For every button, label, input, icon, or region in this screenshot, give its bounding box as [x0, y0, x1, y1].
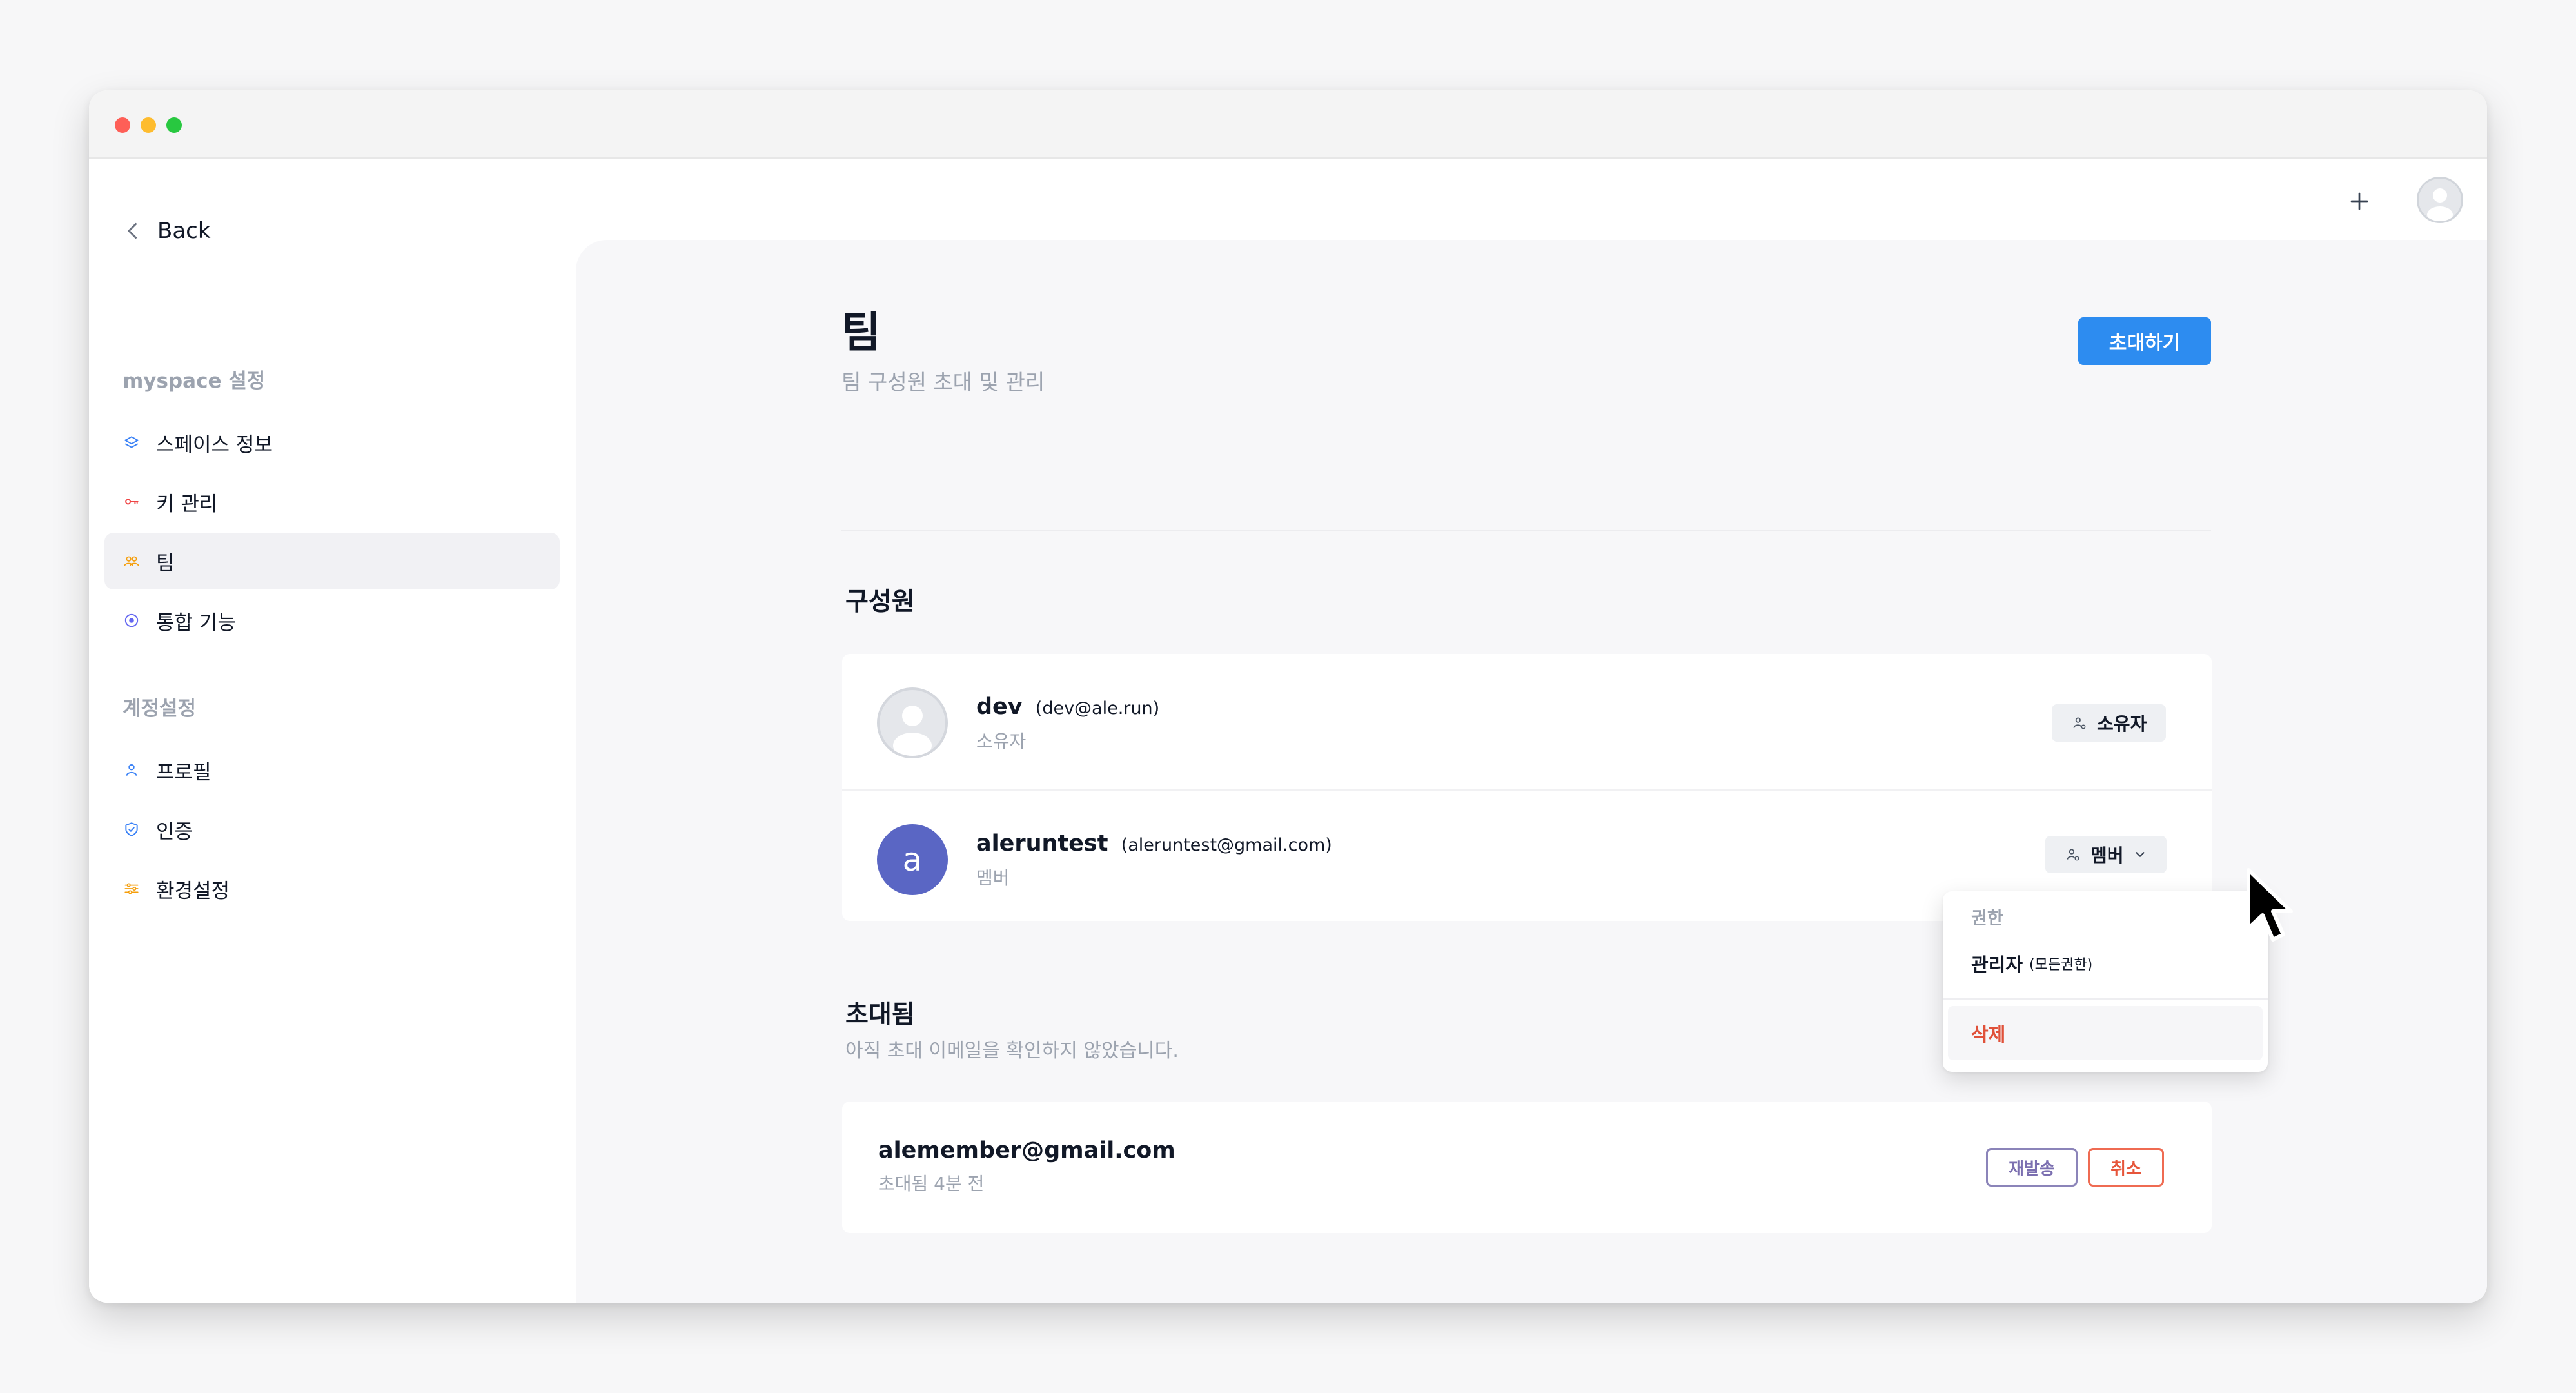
plus-icon: [2350, 192, 2368, 210]
sidebar-section-account: 계정설정: [123, 697, 197, 720]
add-button[interactable]: [2343, 184, 2376, 218]
app-window: Back myspace 설정 스페이스 정보 키 관리 팀 통합 기능 계정설…: [89, 90, 2487, 1303]
resend-invite-button[interactable]: 재발송: [1986, 1148, 2078, 1187]
member-avatar: a: [877, 824, 948, 895]
person-icon: [123, 761, 141, 779]
role-menu-item-admin[interactable]: 관리자 (모든권한): [1948, 936, 2263, 991]
role-badge-label: 소유자: [2097, 713, 2147, 735]
invites-card: alemember@gmail.com 초대됨 4분 전 재발송 취소: [842, 1102, 2212, 1233]
sidebar-item-team[interactable]: 팀: [104, 533, 560, 589]
sidebar-item-label: 프로필: [156, 760, 211, 784]
user-avatar-icon: [2427, 188, 2453, 221]
owner-role-badge: 소유자: [2052, 704, 2167, 742]
role-menu-item-delete[interactable]: 삭제: [1948, 1006, 2263, 1060]
members-card: dev (dev@ale.run) 소유자 소유자 a aleruntest (…: [842, 654, 2212, 921]
sidebar-item-label: 키 관리: [156, 492, 218, 516]
sidebar-item-label: 통합 기능: [156, 611, 236, 635]
team-icon: [123, 552, 141, 570]
title-bar: [89, 90, 2487, 159]
member-name: dev (dev@ale.run): [976, 694, 1159, 720]
sidebar: myspace 설정 스페이스 정보 키 관리 팀 통합 기능 계정설정 프로필…: [89, 239, 576, 1303]
key-icon: [123, 493, 141, 511]
sidebar-item-key-management[interactable]: 키 관리: [104, 473, 560, 530]
member-row: dev (dev@ale.run) 소유자 소유자: [842, 654, 2212, 785]
section-divider: [841, 530, 2211, 531]
window-close-button[interactable]: [115, 117, 130, 133]
user-role-icon: [2071, 715, 2088, 731]
window-maximize-button[interactable]: [166, 117, 182, 133]
main-content: 팀 팀 구성원 초대 및 관리 초대하기 구성원 dev (dev@ale.ru…: [576, 240, 2487, 1303]
member-name-text: aleruntest: [976, 831, 1108, 856]
integration-icon: [123, 611, 141, 629]
window-minimize-button[interactable]: [141, 117, 156, 133]
sidebar-item-preferences[interactable]: 환경설정: [104, 860, 560, 917]
member-role-dropdown[interactable]: 멤버: [2045, 836, 2167, 873]
sidebar-section-workspace: myspace 설정: [123, 370, 266, 393]
invite-time: 초대됨 4분 전: [878, 1173, 985, 1194]
cancel-invite-button[interactable]: 취소: [2088, 1148, 2164, 1187]
member-role: 소유자: [976, 731, 1027, 752]
role-menu-header: 권한: [1971, 909, 2003, 929]
user-avatar-button[interactable]: [2417, 177, 2463, 223]
page-title: 팀: [841, 308, 881, 357]
sidebar-item-profile[interactable]: 프로필: [104, 742, 560, 798]
sidebar-item-integrations[interactable]: 통합 기능: [104, 592, 560, 649]
member-name-text: dev: [976, 694, 1023, 720]
default-avatar-icon: [893, 706, 932, 756]
sidebar-item-label: 팀: [156, 551, 175, 575]
members-section-title: 구성원: [845, 588, 915, 617]
role-dropdown-menu: 권한 관리자 (모든권한) 삭제: [1943, 891, 2268, 1072]
layers-icon: [123, 433, 141, 451]
member-avatar: [877, 687, 948, 758]
role-menu-admin-sub: (모든권한): [2029, 957, 2093, 973]
invited-section-subtitle: 아직 초대 이메일을 확인하지 않았습니다.: [845, 1040, 1179, 1062]
sliders-icon: [123, 880, 141, 898]
sidebar-item-space-info[interactable]: 스페이스 정보: [104, 414, 560, 471]
member-email: (aleruntest@gmail.com): [1121, 835, 1332, 855]
member-avatar-letter: a: [902, 841, 923, 878]
member-role: 멤버: [976, 867, 1010, 889]
page-subtitle: 팀 구성원 초대 및 관리: [841, 370, 1045, 395]
mouse-cursor-icon: [2247, 868, 2293, 942]
role-menu-admin-label: 관리자: [1971, 954, 2023, 976]
chevron-down-icon: [2133, 847, 2147, 862]
menu-divider: [1943, 998, 2268, 1000]
member-name: aleruntest (aleruntest@gmail.com): [976, 831, 1332, 856]
shield-icon: [123, 820, 141, 838]
user-role-icon: [2065, 846, 2081, 863]
invited-section-title: 초대됨: [845, 1000, 915, 1029]
invite-button[interactable]: 초대하기: [2078, 317, 2211, 365]
sidebar-item-label: 스페이스 정보: [156, 433, 273, 457]
sidebar-item-label: 인증: [156, 820, 193, 844]
invite-email: alemember@gmail.com: [878, 1138, 1175, 1163]
member-email: (dev@ale.run): [1035, 698, 1160, 718]
sidebar-item-authentication[interactable]: 인증: [104, 801, 560, 858]
sidebar-item-label: 환경설정: [156, 879, 230, 903]
role-badge-label: 멤버: [2090, 845, 2124, 866]
